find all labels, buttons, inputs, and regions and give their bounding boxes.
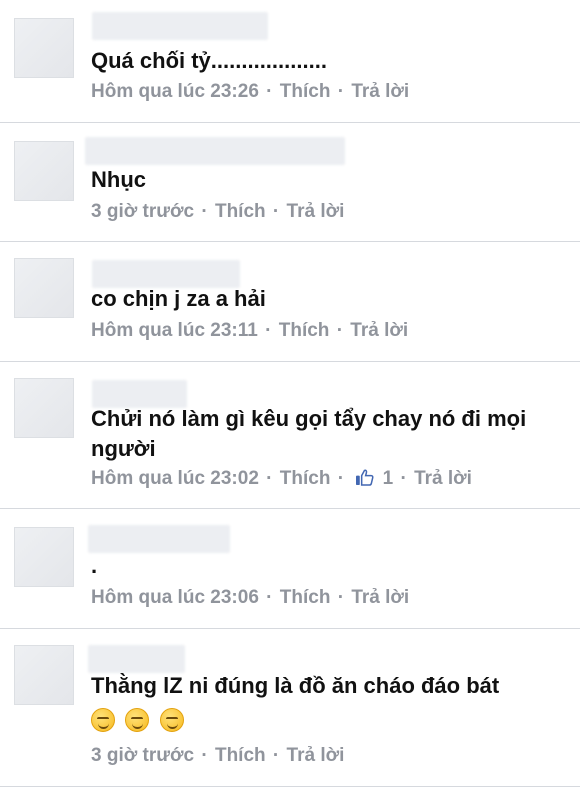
reply-link[interactable]: Trả lời — [414, 468, 472, 489]
comment-item: . Hôm qua lúc 23:06 · Thích · Trả lời — [0, 509, 580, 627]
meta-separator: · — [266, 587, 273, 608]
meta-separator: · — [272, 745, 280, 766]
comment-time[interactable]: Hôm qua lúc 23:06 — [91, 587, 259, 608]
commenter-name-redacted[interactable] — [85, 137, 345, 165]
commenter-name-redacted[interactable] — [92, 12, 268, 40]
comment-text: Thằng lZ ni đúng là đồ ăn cháo đáo bát — [91, 673, 500, 698]
meta-separator: · — [336, 320, 344, 341]
comment-text: Quá chối tỷ................... — [91, 48, 327, 73]
comment-item: Quá chối tỷ................... Hôm qua l… — [0, 0, 580, 120]
avatar[interactable] — [14, 258, 74, 318]
comment-item: Chửi nó làm gì kêu gọi tẩy chay nó đi mọ… — [0, 362, 580, 507]
divider — [0, 786, 580, 787]
comment-meta: Hôm qua lúc 23:02 · Thích · 1 · Trả lời — [91, 468, 474, 490]
comment-meta: 3 giờ trước · Thích · Trả lời — [91, 201, 346, 223]
comment-item: Nhục 3 giờ trước · Thích · Trả lời — [0, 123, 580, 241]
comment-meta: Hôm qua lúc 23:06 · Thích · Trả lời — [91, 587, 411, 609]
reply-link[interactable]: Trả lời — [287, 201, 345, 222]
comment-item: co chịn j za a hải Hôm qua lúc 23:11 · T… — [0, 242, 580, 360]
meta-separator: · — [266, 81, 273, 102]
comment-time[interactable]: Hôm qua lúc 23:02 — [91, 468, 259, 489]
like-link[interactable]: Thích — [280, 587, 331, 608]
commenter-name-redacted[interactable] — [88, 645, 185, 673]
meta-separator: · — [337, 587, 345, 608]
comment-text: Nhục — [91, 167, 146, 192]
like-link[interactable]: Thích — [280, 468, 331, 489]
like-link[interactable]: Thích — [215, 745, 266, 766]
like-link[interactable]: Thích — [280, 81, 331, 102]
smirk-emoji — [125, 708, 150, 732]
comment-time[interactable]: Hôm qua lúc 23:26 — [91, 81, 259, 102]
emoji-row — [91, 708, 190, 732]
comment-time[interactable]: 3 giờ trước — [91, 745, 194, 766]
reply-link[interactable]: Trả lời — [287, 745, 345, 766]
avatar[interactable] — [14, 18, 74, 78]
avatar[interactable] — [14, 527, 74, 587]
meta-separator: · — [201, 201, 208, 222]
reply-link[interactable]: Trả lời — [351, 587, 409, 608]
meta-separator: · — [272, 201, 280, 222]
avatar[interactable] — [14, 645, 74, 705]
avatar[interactable] — [14, 141, 74, 201]
like-link[interactable]: Thích — [215, 201, 266, 222]
meta-separator: · — [201, 745, 208, 766]
commenter-name-redacted[interactable] — [88, 525, 230, 553]
comment-meta: 3 giờ trước · Thích · Trả lời — [91, 745, 346, 767]
like-link[interactable]: Thích — [279, 320, 330, 341]
comment-time[interactable]: 3 giờ trước — [91, 201, 194, 222]
comment-text: . — [91, 553, 98, 578]
avatar[interactable] — [14, 378, 74, 438]
smirk-emoji — [91, 708, 115, 732]
smirk-emoji — [159, 708, 184, 732]
comment-text: co chịn j za a hải — [91, 286, 266, 311]
comment-meta: Hôm qua lúc 23:26 · Thích · Trả lời — [91, 81, 411, 103]
meta-separator: · — [337, 81, 345, 102]
like-count[interactable]: 1 — [383, 468, 394, 489]
comment-item: Thằng lZ ni đúng là đồ ăn cháo đáo bát 3… — [0, 629, 580, 789]
reply-link[interactable]: Trả lời — [350, 320, 408, 341]
meta-separator: · — [266, 468, 273, 489]
comment-text: Chửi nó làm gì kêu gọi tẩy chay nó đi mọ… — [91, 406, 527, 461]
comment-meta: Hôm qua lúc 23:11 · Thích · Trả lời — [91, 320, 410, 342]
meta-separator: · — [337, 468, 345, 489]
reply-link[interactable]: Trả lời — [351, 81, 409, 102]
thumbs-up-icon[interactable] — [355, 469, 374, 486]
comment-time[interactable]: Hôm qua lúc 23:11 — [91, 320, 258, 341]
meta-separator: · — [400, 468, 407, 489]
meta-separator: · — [265, 320, 272, 341]
